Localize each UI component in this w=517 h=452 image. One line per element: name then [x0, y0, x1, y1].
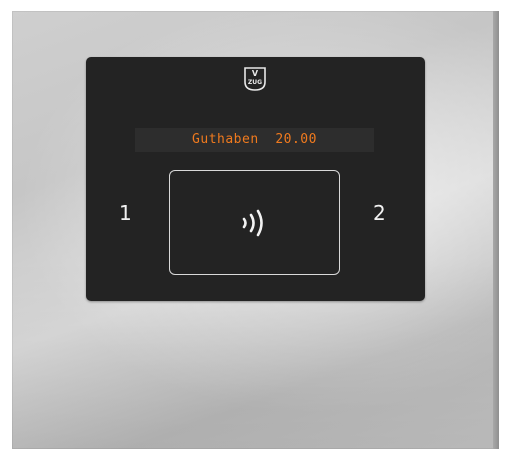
key-2-button[interactable]: 2: [373, 201, 386, 225]
key-1-button[interactable]: 1: [119, 201, 132, 225]
balance-display-text: Guthaben 20.00: [192, 132, 317, 147]
logo-bottom-text: ZUG: [248, 79, 262, 86]
logo-top-text: V: [252, 69, 259, 78]
vzug-logo-icon: V ZUG: [244, 67, 266, 91]
housing-edge: [493, 11, 499, 449]
balance-display: Guthaben 20.00: [135, 128, 374, 152]
scene: V ZUG Guthaben 20.00 1 2: [0, 0, 517, 452]
contactless-icon: [242, 209, 263, 237]
